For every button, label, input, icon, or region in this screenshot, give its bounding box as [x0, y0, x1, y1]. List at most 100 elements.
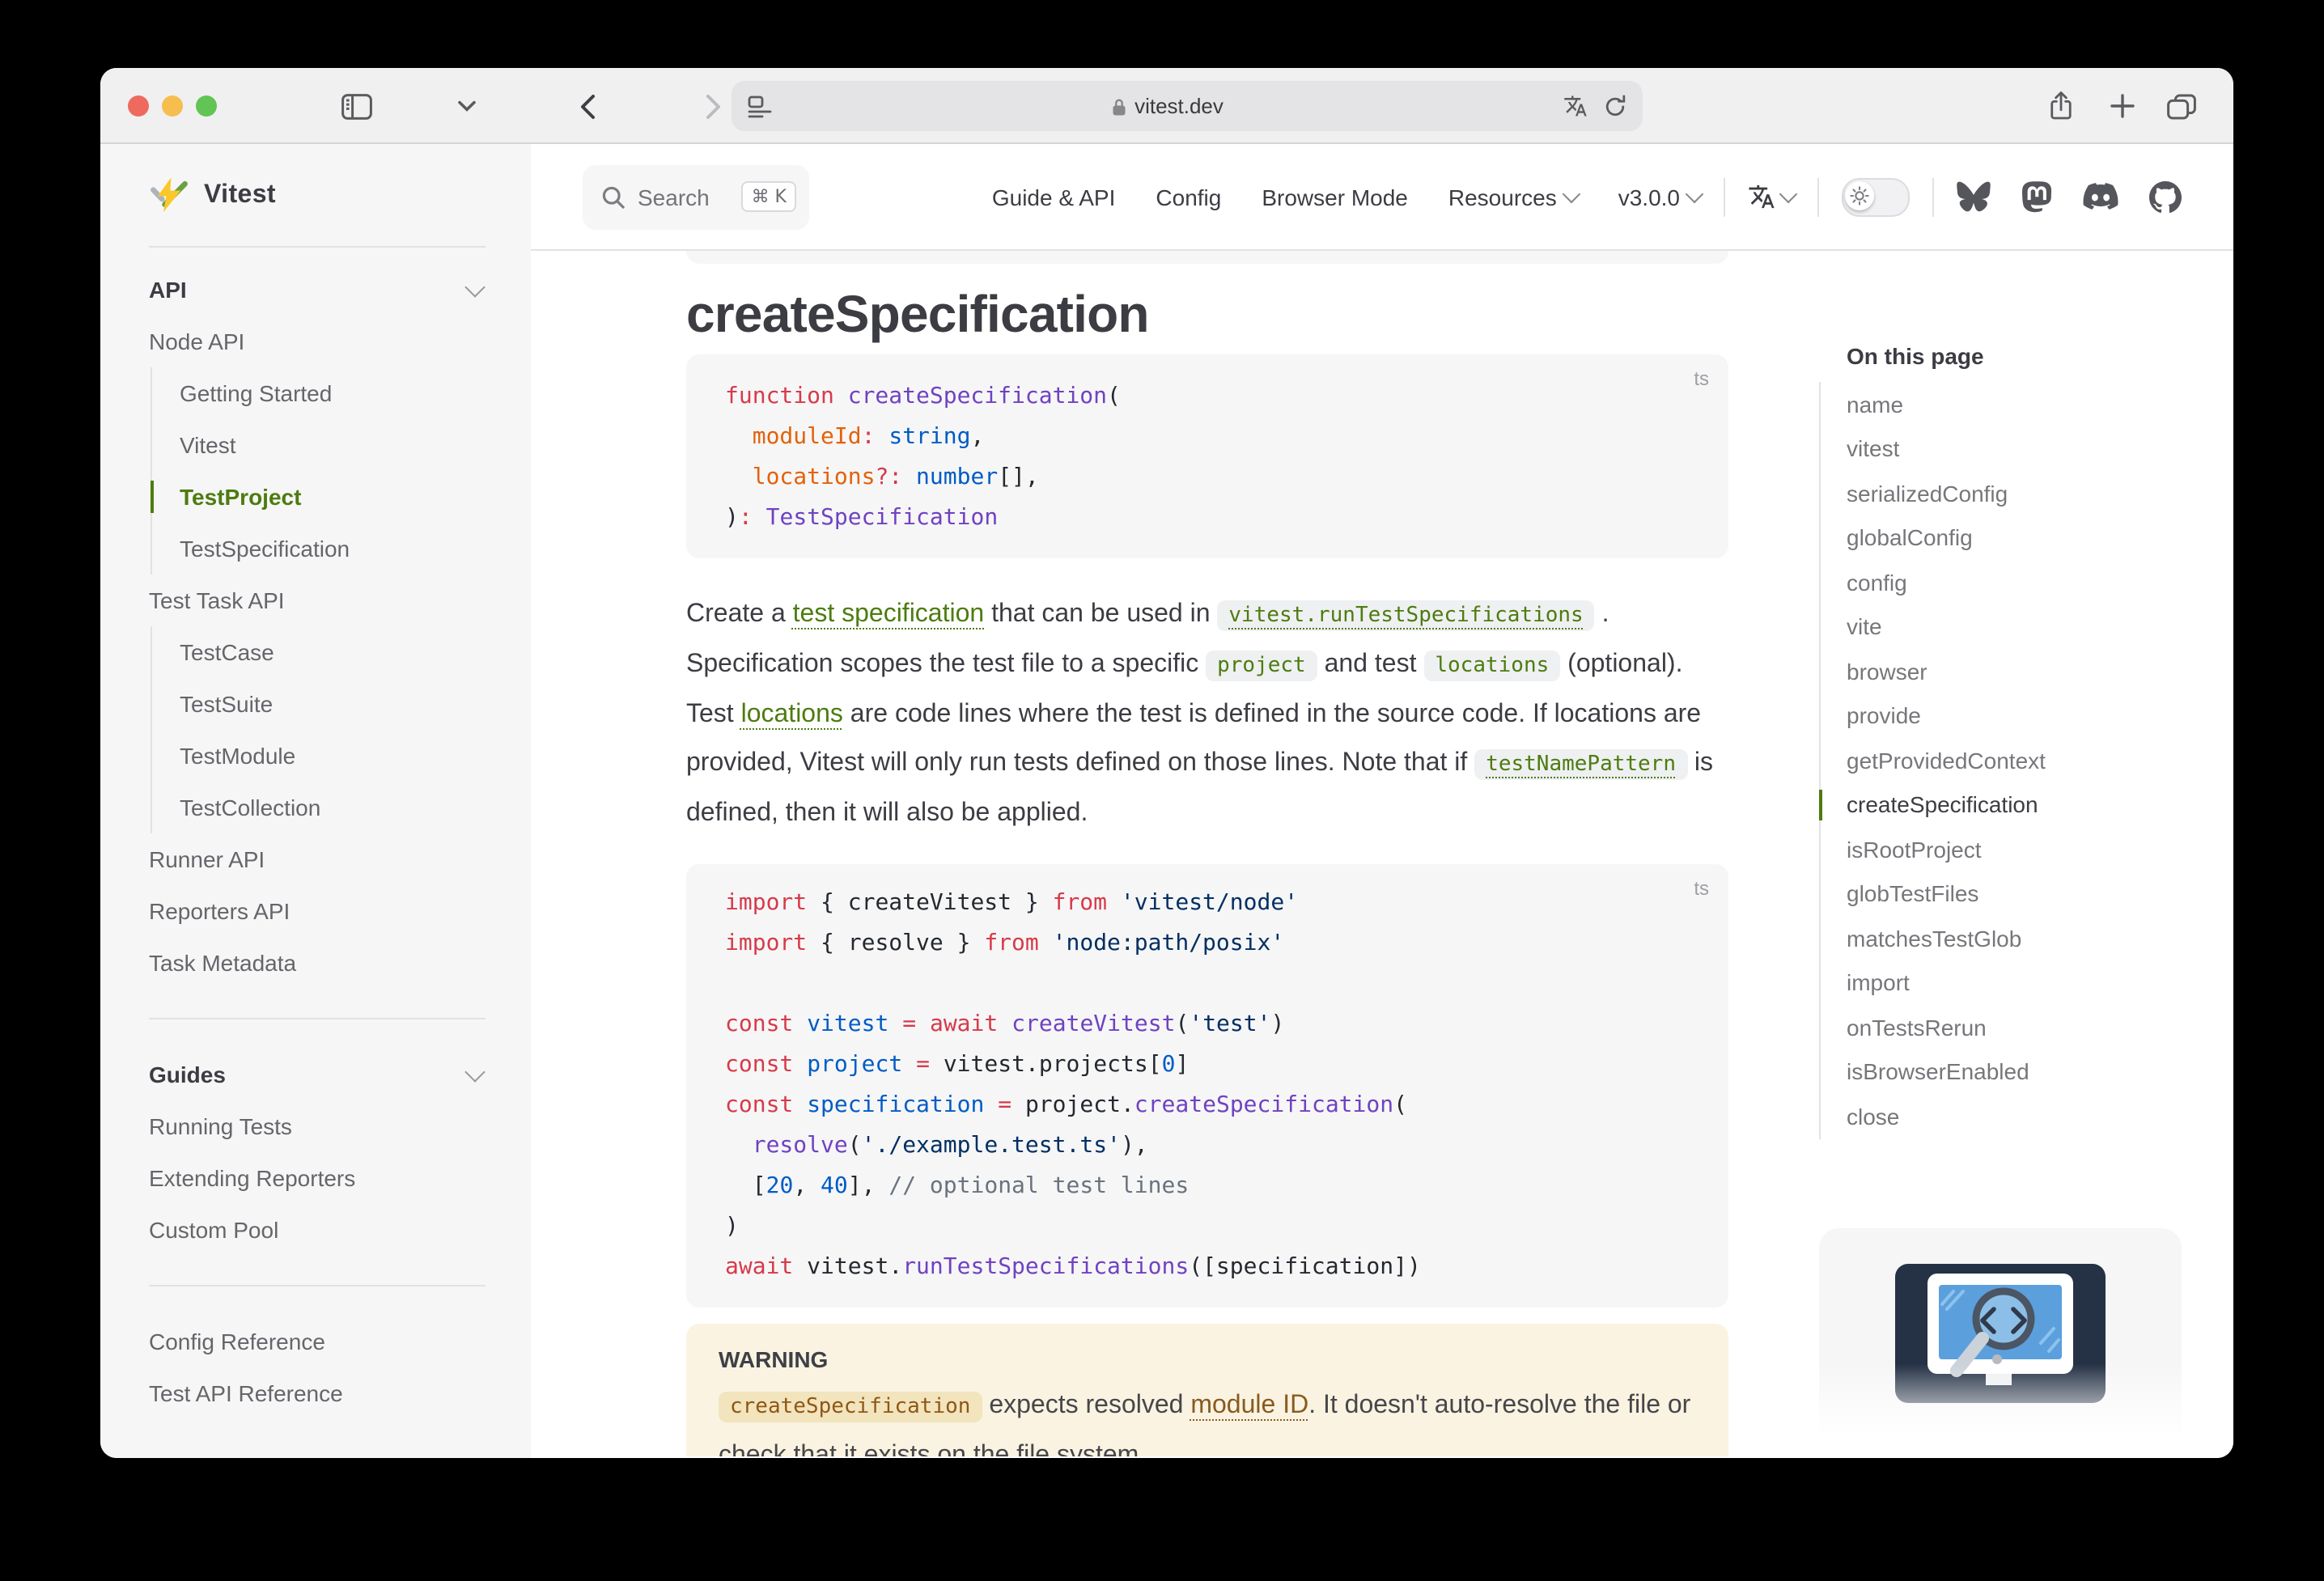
- address-bar[interactable]: vitest.dev: [732, 81, 1643, 131]
- tab-overview-button[interactable]: [2162, 68, 2201, 144]
- sidebar-item[interactable]: Extending Reporters: [149, 1152, 486, 1204]
- outline-item[interactable]: matchesTestGlob: [1847, 916, 2198, 960]
- github-link[interactable]: [2149, 180, 2182, 213]
- inline-code: project: [1206, 651, 1317, 681]
- sidebar-item[interactable]: TestCase: [180, 626, 486, 678]
- sidebar-group: GuidesRunning TestsExtending ReportersCu…: [149, 1032, 486, 1256]
- bluesky-link[interactable]: [1957, 181, 1991, 212]
- url-host: vitest.dev: [772, 94, 1563, 118]
- sidebar-item[interactable]: TestSpecification: [180, 523, 486, 574]
- outline-item[interactable]: createSpecification: [1847, 782, 2198, 827]
- sidebar-item[interactable]: TestCollection: [180, 782, 486, 833]
- nav-divider: [1817, 177, 1819, 216]
- outline-item[interactable]: onTestsRerun: [1847, 1005, 2198, 1049]
- doc-link[interactable]: module ID: [1190, 1392, 1308, 1419]
- close-window-button[interactable]: [128, 95, 149, 117]
- share-button[interactable]: [2042, 68, 2078, 144]
- sidebar-item[interactable]: Task Metadata: [149, 937, 486, 989]
- sidebar-item[interactable]: Custom Pool: [149, 1204, 486, 1256]
- zoom-window-button[interactable]: [196, 95, 217, 117]
- forward-button[interactable]: [702, 68, 725, 144]
- safari-window: vitest.dev: [100, 68, 2233, 1458]
- translate-button[interactable]: [1563, 94, 1588, 118]
- translate-icon: [1748, 183, 1775, 210]
- outline-item[interactable]: isBrowserEnabled: [1847, 1049, 2198, 1094]
- sidebar-item[interactable]: Runner API: [149, 833, 486, 885]
- outline-item[interactable]: name: [1847, 382, 2198, 426]
- outline-title: On this page: [1847, 343, 2198, 369]
- outline-item[interactable]: config: [1847, 560, 2198, 604]
- mastodon-link[interactable]: [2021, 180, 2052, 213]
- code-link[interactable]: testNamePattern: [1474, 749, 1687, 780]
- outline-item[interactable]: globTestFiles: [1847, 871, 2198, 916]
- translate-icon: [1563, 94, 1588, 118]
- doc-link[interactable]: test specification: [793, 600, 985, 628]
- sidebar-item[interactable]: Running Tests: [149, 1100, 486, 1152]
- page-settings-icon: [748, 95, 772, 117]
- chevron-down-icon: [1686, 184, 1704, 203]
- ad-card[interactable]: [1819, 1227, 2182, 1454]
- sidebar-item[interactable]: Config Reference: [149, 1316, 486, 1367]
- discord-link[interactable]: [2083, 183, 2118, 210]
- doc-sidebar: Vitest APINode APIGetting StartedVitestT…: [100, 144, 531, 1458]
- nav-menu-item[interactable]: Guide & API: [992, 184, 1116, 210]
- sidebar-divider: [149, 1018, 486, 1019]
- back-button[interactable]: [576, 68, 599, 144]
- outline-item[interactable]: provide: [1847, 693, 2198, 738]
- chevron-down-icon: [464, 276, 485, 296]
- sidebar-item[interactable]: Test API Reference: [149, 1367, 486, 1419]
- search-button[interactable]: Search ⌘ K: [583, 164, 809, 229]
- reload-button[interactable]: [1604, 94, 1626, 118]
- search-label: Search: [638, 184, 729, 210]
- search-icon: [602, 185, 625, 208]
- sidebar-item[interactable]: Vitest: [180, 419, 486, 471]
- sidebar-nested-group: TestCaseTestSuiteTestModuleTestCollectio…: [151, 626, 486, 833]
- logo[interactable]: Vitest: [149, 144, 486, 248]
- tabs-overview-icon: [2167, 93, 2196, 119]
- outline-item[interactable]: serializedConfig: [1847, 471, 2198, 515]
- minimize-window-button[interactable]: [162, 95, 183, 117]
- nav-menu-item[interactable]: Config: [1156, 184, 1221, 210]
- sidebar-nested-group: Getting StartedVitestTestProjectTestSpec…: [151, 367, 486, 574]
- sidebar-item[interactable]: Getting Started: [180, 367, 486, 419]
- outline-item[interactable]: import: [1847, 960, 2198, 1005]
- page-title: createSpecification: [686, 283, 1728, 345]
- code-lang-badge: ts: [1694, 367, 1709, 390]
- outline-aside: On this page namevitestserializedConfigg…: [1819, 251, 2198, 1454]
- code-search-illustration-icon: [1895, 1263, 2106, 1402]
- sidebar-section-title[interactable]: API: [149, 264, 486, 316]
- nav-menu: Guide & API Config Browser Mode Resources v3…: [992, 184, 1701, 210]
- outline-list: namevitestserializedConfigglobalConfigco…: [1819, 382, 2198, 1138]
- outline-item[interactable]: vitest: [1847, 426, 2198, 471]
- chevron-down-icon: [1779, 184, 1798, 203]
- nav-menu-item[interactable]: v3.0.0: [1618, 184, 1701, 210]
- sidebar-item[interactable]: Node API: [149, 316, 486, 367]
- reader-button[interactable]: [748, 95, 772, 117]
- bluesky-icon: [1957, 181, 1991, 212]
- outline-item[interactable]: isRootProject: [1847, 827, 2198, 871]
- outline-item[interactable]: globalConfig: [1847, 515, 2198, 560]
- sidebar-item[interactable]: TestProject: [180, 471, 486, 523]
- outline-item[interactable]: close: [1847, 1094, 2198, 1138]
- browser-toolbar: vitest.dev: [100, 68, 2233, 144]
- sidebar-item[interactable]: TestModule: [180, 730, 486, 782]
- nav-menu-item[interactable]: Browser Mode: [1262, 184, 1408, 210]
- language-button[interactable]: [1748, 183, 1795, 210]
- theme-toggle[interactable]: [1842, 177, 1910, 216]
- doc-link[interactable]: locations: [741, 701, 843, 728]
- sidebar-item[interactable]: Reporters API: [149, 885, 486, 937]
- outline-item[interactable]: browser: [1847, 649, 2198, 693]
- mastodon-icon: [2021, 180, 2052, 213]
- outline-item[interactable]: vite: [1847, 604, 2198, 649]
- sidebar-toggle-button[interactable]: [337, 68, 375, 144]
- top-nav: Search ⌘ K Guide & API Config Browser Mode…: [531, 144, 2233, 251]
- sidebar-item[interactable]: TestSuite: [180, 678, 486, 730]
- new-tab-button[interactable]: [2104, 68, 2140, 144]
- sidebar-item[interactable]: Test Task API: [149, 574, 486, 626]
- code-link[interactable]: vitest.runTestSpecifications: [1217, 600, 1594, 631]
- nav-divider: [1932, 177, 1934, 216]
- sidebar-dropdown-button[interactable]: [455, 68, 477, 144]
- outline-item[interactable]: getProvidedContext: [1847, 738, 2198, 782]
- nav-menu-item[interactable]: Resources: [1448, 184, 1578, 210]
- sidebar-section-title[interactable]: Guides: [149, 1049, 486, 1100]
